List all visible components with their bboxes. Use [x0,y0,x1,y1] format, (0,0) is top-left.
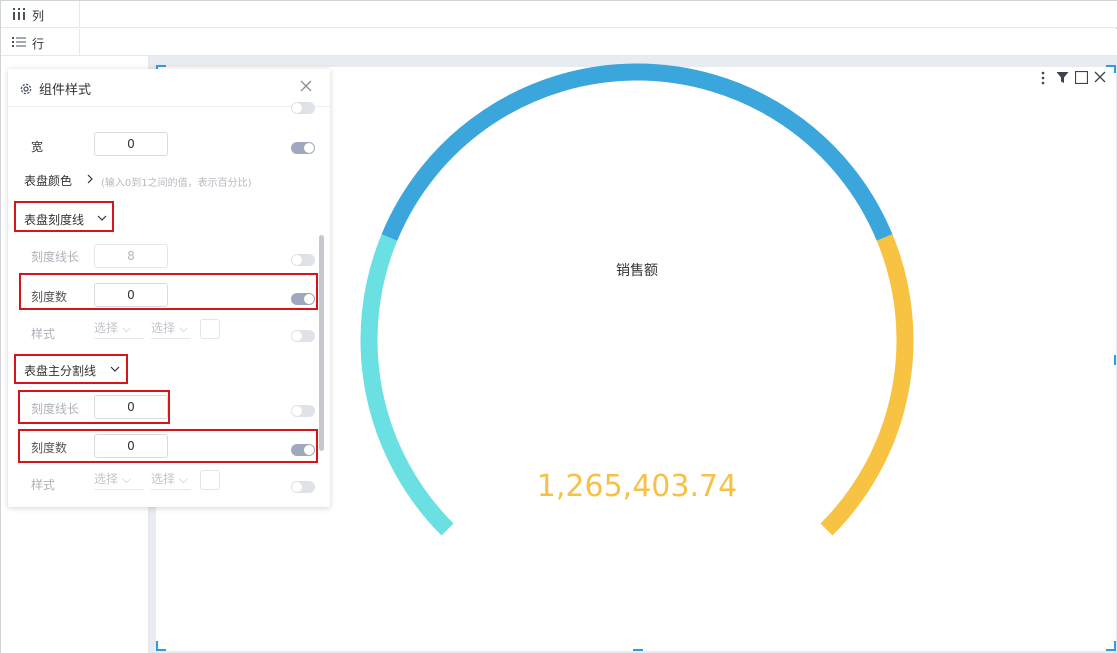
panel-title: 组件样式 [39,83,92,98]
highlight-tick-section [14,201,114,232]
width-toggle[interactable] [291,142,315,154]
close-panel-icon[interactable] [300,77,312,96]
tick-style-select-2[interactable]: 选择 ⌵ [151,319,191,339]
width-label: 宽 [31,140,44,154]
split-length-toggle[interactable] [291,405,315,417]
color-toggle[interactable] [291,102,315,114]
split-style-toggle[interactable] [291,481,315,493]
split-style-select-1[interactable]: 选择 ⌵ [94,470,144,490]
app-root: 列 行 销售额 1,265,403.74 组件样式 宽 0 表盘颜色 (输入0到… [0,0,1117,653]
tick-length-toggle[interactable] [291,254,315,266]
tick-color-swatch[interactable] [200,319,220,339]
tick-style-select-2-text: 选择 [151,321,176,335]
width-input[interactable]: 0 [94,132,168,156]
gauge-title: 销售额 [616,263,658,279]
tick-style-label: 样式 [31,327,56,341]
tick-length-label: 刻度线长 [31,250,80,264]
split-style-select-1-text: 选择 [94,472,119,486]
highlight-split-count [18,429,318,463]
gear-icon [19,81,33,100]
gauge-segment-2 [820,234,914,536]
gauge-value: 1,265,403.74 [536,469,738,504]
split-style-select-2-text: 选择 [151,472,176,486]
highlight-tick-count [19,273,318,310]
gauge-segment-1 [381,63,893,241]
split-style-select-2[interactable]: 选择 ⌵ [151,470,191,490]
panel-header: 组件样式 [8,69,330,107]
gauge-segment-0 [360,234,454,536]
dial-color-label: 表盘颜色 [24,174,73,188]
highlight-main-split-section [14,354,128,384]
tick-style-toggle[interactable] [291,330,315,342]
split-style-label: 样式 [31,478,56,492]
highlight-split-length [18,390,170,424]
tick-style-select-1-text: 选择 [94,321,119,335]
dial-color-hint: (输入0到1之间的值，表示百分比) [101,178,252,189]
tick-style-select-1[interactable]: 选择 ⌵ [94,319,144,339]
panel-scrollbar[interactable] [319,235,324,451]
split-color-swatch[interactable] [200,470,220,490]
tick-length-input[interactable]: 8 [94,244,168,268]
chevron-right-icon[interactable] [86,174,94,187]
